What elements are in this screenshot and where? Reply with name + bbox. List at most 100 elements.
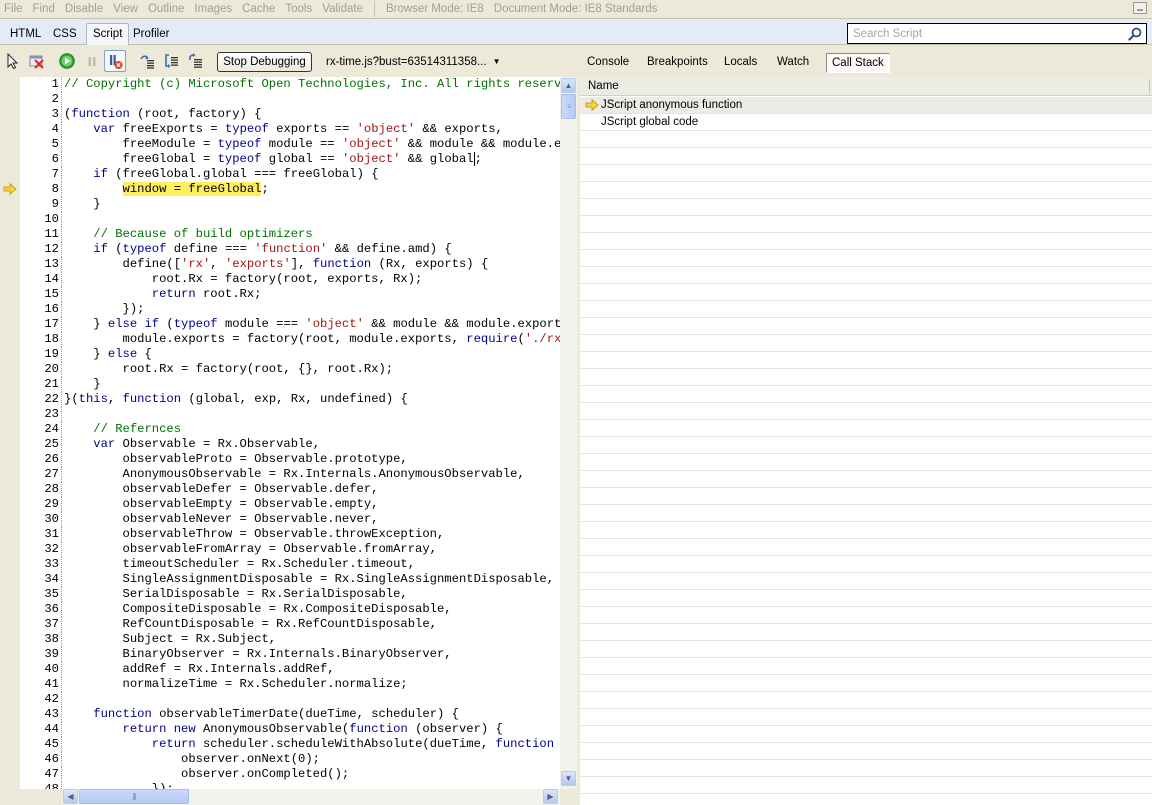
code-line[interactable]: 12 if (typeof define === 'function' && d… (20, 242, 560, 257)
line-source: RefCountDisposable = Rx.RefCountDisposab… (64, 617, 438, 632)
tab-watch[interactable]: Watch (772, 53, 814, 73)
code-line[interactable]: 32 observableFromArray = Observable.from… (20, 542, 560, 557)
code-line[interactable]: 35 SerialDisposable = Rx.SerialDisposabl… (20, 587, 560, 602)
menu-validate[interactable]: Validate (317, 1, 368, 18)
tab-console[interactable]: Console (582, 53, 634, 73)
code-line[interactable]: 10 (20, 212, 560, 227)
code-line[interactable]: 11 // Because of build optimizers (20, 227, 560, 242)
continue-icon[interactable] (59, 53, 75, 69)
tab-breakpoints[interactable]: Breakpoints (642, 53, 713, 73)
code-line[interactable]: 18 module.exports = factory(root, module… (20, 332, 560, 347)
code-line[interactable]: 38 Subject = Rx.Subject, (20, 632, 560, 647)
menu-cache[interactable]: Cache (237, 1, 280, 18)
step-out-icon[interactable] (187, 53, 203, 69)
code-line[interactable]: 23 (20, 407, 560, 422)
code-line[interactable]: 21 } (20, 377, 560, 392)
line-number: 1 (20, 77, 62, 92)
code-line[interactable]: 29 observableEmpty = Observable.empty, (20, 497, 560, 512)
magnifier-icon[interactable] (1128, 27, 1142, 41)
code-line[interactable]: 7 if (freeGlobal.global === freeGlobal) … (20, 167, 560, 182)
vertical-scroll-thumb[interactable]: ≡ (561, 94, 576, 119)
code-line[interactable]: 27 AnonymousObservable = Rx.Internals.An… (20, 467, 560, 482)
clear-console-icon[interactable] (29, 53, 45, 69)
tab-profiler[interactable]: Profiler (127, 24, 175, 45)
code-line[interactable]: 9 } (20, 197, 560, 212)
code-line[interactable]: 45 return scheduler.scheduleWithAbsolute… (20, 737, 560, 752)
scroll-up-button[interactable]: ▲ (561, 78, 576, 93)
call-stack-frame[interactable]: JScript global code (580, 114, 1152, 131)
code-token: timeoutScheduler = Rx.Scheduler.timeout, (64, 557, 416, 571)
break-on-error-toggle[interactable] (104, 50, 126, 72)
code-line[interactable]: 6 freeGlobal = typeof global == 'object'… (20, 152, 560, 167)
code-token: }( (64, 392, 79, 406)
code-line[interactable]: 40 addRef = Rx.Internals.addRef, (20, 662, 560, 677)
break-icon[interactable] (84, 53, 100, 69)
call-stack-frame[interactable]: JScript anonymous function (580, 97, 1152, 114)
code-line[interactable]: 39 BinaryObserver = Rx.Internals.BinaryO… (20, 647, 560, 662)
column-separator[interactable] (1149, 79, 1150, 94)
code-line[interactable]: 42 (20, 692, 560, 707)
browser-mode-menu[interactable]: Browser Mode: IE8 (381, 3, 489, 15)
menu-file[interactable]: File (0, 1, 28, 18)
tab-call-stack[interactable]: Call Stack (826, 53, 890, 73)
search-script-input[interactable] (848, 24, 1118, 43)
stop-debugging-button[interactable]: Stop Debugging (217, 52, 312, 72)
scroll-right-button[interactable]: ▶ (543, 789, 558, 804)
code-line[interactable]: 16 }); (20, 302, 560, 317)
code-line[interactable]: 46 observer.onNext(0); (20, 752, 560, 767)
code-line[interactable]: 24 // Refernces (20, 422, 560, 437)
code-line[interactable]: 13 define(['rx', 'exports'], function (R… (20, 257, 560, 272)
tab-locals[interactable]: Locals (719, 53, 762, 73)
code-line[interactable]: 19 } else { (20, 347, 560, 362)
tab-css[interactable]: CSS (47, 24, 83, 45)
code-line[interactable]: 17 } else if (typeof module === 'object'… (20, 317, 560, 332)
menu-images[interactable]: Images (189, 1, 237, 18)
code-view[interactable]: 1// Copyright (c) Microsoft Open Technol… (20, 77, 560, 789)
code-line[interactable]: 41 normalizeTime = Rx.Scheduler.normaliz… (20, 677, 560, 692)
menu-view[interactable]: View (108, 1, 143, 18)
code-line[interactable]: 26 observableProto = Observable.prototyp… (20, 452, 560, 467)
step-into-icon[interactable] (139, 53, 155, 69)
code-vertical-scrollbar[interactable]: ▲ ≡ ▼ (560, 77, 577, 789)
code-line[interactable]: 43 function observableTimerDate(dueTime,… (20, 707, 560, 722)
code-line[interactable]: 3 (function (root, factory) { (20, 107, 560, 122)
horizontal-scroll-thumb[interactable]: |||| (79, 789, 189, 804)
tab-html[interactable]: HTML (4, 24, 47, 45)
tab-script[interactable]: Script (86, 23, 130, 45)
column-header-name[interactable]: Name (580, 77, 1152, 96)
menu-find[interactable]: Find (28, 1, 60, 18)
code-line[interactable]: 15 return root.Rx; (20, 287, 560, 302)
select-element-icon[interactable] (5, 53, 21, 69)
menu-tools[interactable]: Tools (280, 1, 317, 18)
code-line[interactable]: 34 SingleAssignmentDisposable = Rx.Singl… (20, 572, 560, 587)
code-line[interactable]: 47 observer.onCompleted(); (20, 767, 560, 782)
scroll-left-button[interactable]: ◀ (63, 789, 78, 804)
code-line[interactable]: 5 freeModule = typeof module == 'object'… (20, 137, 560, 152)
minimize-unpin-button[interactable] (1133, 2, 1147, 14)
code-line[interactable]: 1// Copyright (c) Microsoft Open Technol… (20, 77, 560, 92)
code-line[interactable]: 37 RefCountDisposable = Rx.RefCountDispo… (20, 617, 560, 632)
code-horizontal-scrollbar[interactable]: ◀ |||| ▶ (62, 789, 560, 805)
code-line[interactable]: 36 CompositeDisposable = Rx.CompositeDis… (20, 602, 560, 617)
code-line[interactable]: 4 var freeExports = typeof exports == 'o… (20, 122, 560, 137)
code-line[interactable]: 30 observableNever = Observable.never, (20, 512, 560, 527)
code-token: root.Rx; (195, 287, 262, 301)
code-line[interactable]: 22}(this, function (global, exp, Rx, und… (20, 392, 560, 407)
code-line[interactable]: 28 observableDefer = Observable.defer, (20, 482, 560, 497)
document-mode-menu[interactable]: Document Mode: IE8 Standards (489, 3, 663, 15)
code-line[interactable]: 33 timeoutScheduler = Rx.Scheduler.timeo… (20, 557, 560, 572)
code-line[interactable]: 44 return new AnonymousObservable(functi… (20, 722, 560, 737)
code-line[interactable]: 20 root.Rx = factory(root, {}, root.Rx); (20, 362, 560, 377)
code-line[interactable]: 31 observableThrow = Observable.throwExc… (20, 527, 560, 542)
scroll-down-button[interactable]: ▼ (561, 771, 576, 786)
menu-outline[interactable]: Outline (143, 1, 189, 18)
menu-disable[interactable]: Disable (60, 1, 108, 18)
code-line[interactable]: 14 root.Rx = factory(root, exports, Rx); (20, 272, 560, 287)
code-line[interactable]: 2 (20, 92, 560, 107)
step-over-icon[interactable] (164, 53, 180, 69)
code-line[interactable]: 8 window = freeGlobal; (20, 182, 560, 197)
code-line[interactable]: 48 }); (20, 782, 560, 789)
code-line[interactable]: 25 var Observable = Rx.Observable, (20, 437, 560, 452)
code-token: global == (261, 152, 342, 166)
script-file-selector[interactable]: rx-time.js?bust=63514311358... ▼ (326, 56, 501, 68)
